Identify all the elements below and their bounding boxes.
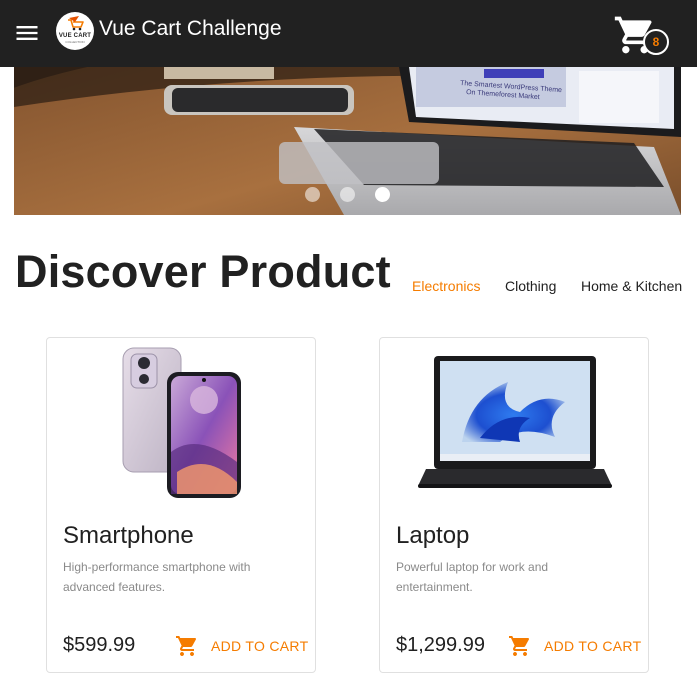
product-name: Smartphone (63, 522, 194, 549)
carousel-dot-3[interactable] (375, 187, 390, 202)
add-to-cart-button[interactable]: ADD TO CART (506, 632, 641, 660)
product-price: $599.99 (63, 634, 136, 656)
logo-subtext: COLLECTION (65, 40, 85, 44)
add-shopping-cart-icon (509, 636, 530, 656)
tab-home-kitchen[interactable]: Home & Kitchen (581, 278, 682, 294)
cart-logo-icon (68, 16, 84, 31)
cart-count-badge: 8 (643, 29, 669, 55)
menu-icon (16, 26, 38, 40)
add-to-cart-label: ADD TO CART (211, 638, 309, 654)
product-name: Laptop (396, 522, 470, 549)
add-to-cart-label: ADD TO CART (544, 638, 642, 654)
product-price: $1,299.99 (396, 634, 485, 656)
carousel-dot-1[interactable] (305, 187, 320, 202)
carousel-indicators (0, 187, 697, 203)
product-card-smartphone: Smartphone High-performance smartphone w… (46, 337, 316, 673)
app-logo[interactable]: VUE CART COLLECTION (56, 12, 94, 50)
tab-electronics[interactable]: Electronics (412, 278, 480, 294)
carousel-dot-2[interactable] (340, 187, 355, 202)
product-description: Powerful laptop for work and entertainme… (396, 560, 549, 594)
tab-clothing[interactable]: Clothing (505, 278, 556, 294)
logo-text: VUE CART (58, 33, 92, 39)
menu-button[interactable] (13, 19, 41, 47)
product-description: High-performance smartphone with advance… (63, 560, 251, 594)
app-title: Vue Cart Challenge (99, 17, 282, 40)
app-bar: VUE CART COLLECTION Vue Cart Challenge 8 (0, 0, 697, 67)
laptop-image (418, 356, 612, 488)
add-to-cart-button[interactable]: ADD TO CART (173, 632, 308, 660)
section-title: Discover Product (15, 246, 391, 297)
add-shopping-cart-icon (176, 636, 197, 656)
smartphone-image (122, 347, 241, 498)
product-card-laptop: Laptop Powerful laptop for work and ente… (379, 337, 649, 673)
